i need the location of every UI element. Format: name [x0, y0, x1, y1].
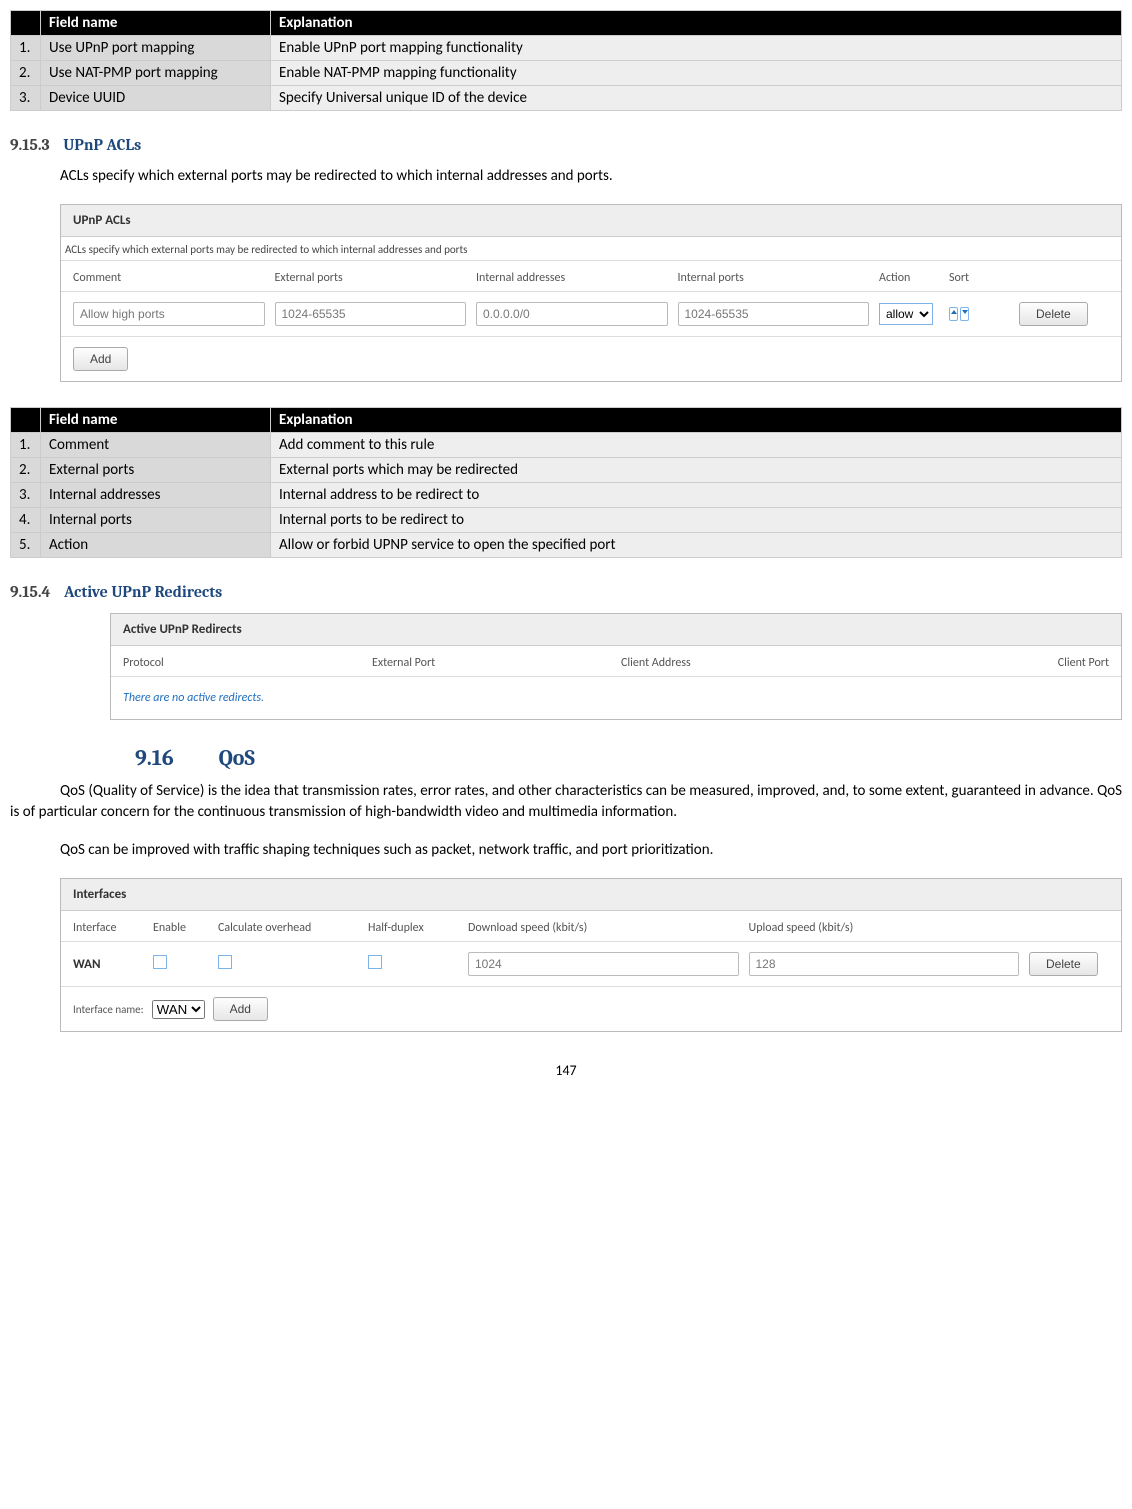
col-protocol: Protocol	[123, 656, 362, 670]
table-row: 2.Use NAT-PMP port mappingEnable NAT-PMP…	[11, 61, 1122, 86]
sort-down-icon[interactable]	[960, 307, 969, 321]
panel-footer: Interface name: WAN Add	[61, 987, 1121, 1031]
heading-num: 9.15.4	[10, 583, 50, 601]
empty-message: There are no active redirects.	[111, 677, 1121, 719]
col-action: Action	[879, 271, 939, 285]
col-expl: Explanation	[271, 408, 1122, 433]
qos-p1: QoS (Quality of Service) is the idea tha…	[10, 781, 1122, 822]
download-input[interactable]	[468, 952, 739, 976]
panel-title: UPnP ACLs	[61, 205, 1121, 237]
heading-num: 9.15.3	[10, 136, 50, 154]
delete-button[interactable]: Delete	[1019, 302, 1088, 326]
upload-input[interactable]	[749, 952, 1020, 976]
intaddr-input[interactable]	[476, 302, 668, 326]
col-extports: External ports	[275, 271, 467, 285]
col-field: Field name	[41, 11, 271, 36]
intports-input[interactable]	[678, 302, 870, 326]
page-number: 147	[10, 1062, 1122, 1079]
panel-footer: Add	[61, 337, 1121, 381]
table-row: 2.External portsExternal ports which may…	[11, 458, 1122, 483]
col-halfduplex: Half-duplex	[368, 921, 458, 935]
interfaces-panel: Interfaces Interface Enable Calculate ov…	[60, 878, 1122, 1032]
col-delete	[1019, 271, 1109, 285]
panel-title: Active UPnP Redirects	[111, 614, 1121, 646]
heading-title: UPnP ACLs	[63, 136, 141, 154]
delete-button[interactable]: Delete	[1029, 952, 1098, 976]
add-button[interactable]: Add	[213, 997, 268, 1021]
col-download: Download speed (kbit/s)	[468, 921, 739, 935]
section-9-15-3-desc: ACLs specify which external ports may be…	[60, 166, 1122, 186]
footer-label: Interface name:	[73, 1003, 144, 1016]
col-expl: Explanation	[271, 11, 1122, 36]
col-sort: Sort	[949, 271, 1009, 285]
col-intports: Internal ports	[678, 271, 870, 285]
table-row: 3.Device UUIDSpecify Universal unique ID…	[11, 86, 1122, 111]
interface-name: WAN	[73, 957, 143, 972]
qos-p2: QoS can be improved with traffic shaping…	[60, 840, 1122, 860]
heading-num: 9.16	[135, 745, 174, 771]
panel-columns: Protocol External Port Client Address Cl…	[111, 646, 1121, 677]
active-redirects-panel: Active UPnP Redirects Protocol External …	[110, 613, 1122, 720]
heading-9-15-4: 9.15.4 Active UPnP Redirects	[10, 583, 1122, 601]
col-interface: Interface	[73, 921, 143, 935]
upnp-acls-panel: UPnP ACLs ACLs specify which external po…	[60, 204, 1122, 382]
table-row: 1.Use UPnP port mappingEnable UPnP port …	[11, 36, 1122, 61]
panel-desc: ACLs specify which external ports may be…	[61, 237, 1121, 261]
panel-columns: Comment External ports Internal addresse…	[61, 261, 1121, 292]
action-select[interactable]: allow	[879, 303, 933, 325]
halfduplex-checkbox[interactable]	[368, 955, 382, 969]
col-field: Field name	[41, 408, 271, 433]
col-num	[11, 408, 41, 433]
col-num	[11, 11, 41, 36]
col-enable: Enable	[153, 921, 208, 935]
heading-9-16: 9.16 QoS	[135, 745, 1122, 771]
col-clientaddr: Client Address	[621, 656, 860, 670]
heading-title: QoS	[219, 745, 255, 771]
interface-select[interactable]: WAN	[152, 1000, 205, 1019]
sort-up-icon[interactable]	[949, 307, 958, 321]
extports-input[interactable]	[275, 302, 467, 326]
col-delete	[1029, 921, 1109, 935]
col-clientport: Client Port	[870, 656, 1109, 670]
col-upload: Upload speed (kbit/s)	[749, 921, 1020, 935]
table-row: 1.CommentAdd comment to this rule	[11, 433, 1122, 458]
enable-checkbox[interactable]	[153, 955, 167, 969]
col-comment: Comment	[73, 271, 265, 285]
col-extport: External Port	[372, 656, 611, 670]
acl-row: allow Delete	[61, 292, 1121, 337]
field-table-1: Field name Explanation 1.Use UPnP port m…	[10, 10, 1122, 111]
comment-input[interactable]	[73, 302, 265, 326]
add-button[interactable]: Add	[73, 347, 128, 371]
heading-9-15-3: 9.15.3 UPnP ACLs	[10, 136, 1122, 154]
overhead-checkbox[interactable]	[218, 955, 232, 969]
panel-title: Interfaces	[61, 879, 1121, 911]
table-row: 3.Internal addressesInternal address to …	[11, 483, 1122, 508]
table-row: 5.ActionAllow or forbid UPNP service to …	[11, 533, 1122, 558]
table-row: 4.Internal portsInternal ports to be red…	[11, 508, 1122, 533]
sort-controls[interactable]	[949, 307, 1009, 321]
field-table-2: Field name Explanation 1.CommentAdd comm…	[10, 407, 1122, 558]
panel-columns: Interface Enable Calculate overhead Half…	[61, 911, 1121, 942]
col-intaddr: Internal addresses	[476, 271, 668, 285]
heading-title: Active UPnP Redirects	[64, 583, 222, 601]
col-overhead: Calculate overhead	[218, 921, 358, 935]
interface-row: WAN Delete	[61, 942, 1121, 987]
